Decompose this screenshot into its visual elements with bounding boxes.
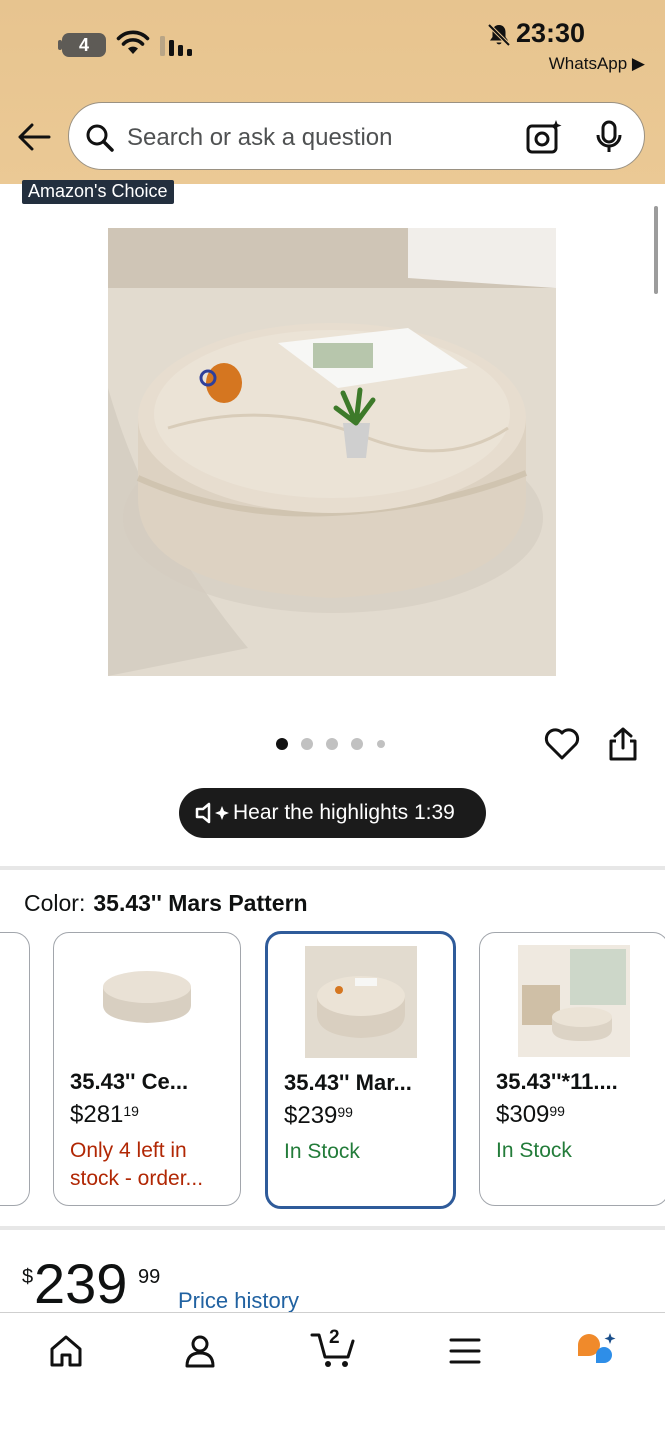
swatch-name: 35.43'' Ce... <box>70 1069 189 1094</box>
swatch-stock: In Stock <box>496 1139 572 1162</box>
swatch-price: $28119 <box>70 1101 139 1129</box>
home-icon[interactable] <box>48 1333 84 1369</box>
carousel-dot[interactable] <box>326 738 338 750</box>
color-swatch-partial[interactable]: - <box>0 932 30 1206</box>
swatch-stock: In Stock <box>284 1140 360 1163</box>
color-swatch[interactable]: 35.43''*11.... $30999 In Stock <box>479 932 665 1206</box>
bell-muted-icon <box>487 23 511 47</box>
amazons-choice-badge: Amazon's Choice <box>22 180 174 204</box>
section-divider <box>0 1226 665 1230</box>
share-icon[interactable] <box>608 726 638 762</box>
swatch-price-fraction: 19 <box>123 1103 139 1119</box>
section-divider <box>0 866 665 870</box>
swatch-price-fraction: 99 <box>549 1103 565 1119</box>
swatch-price-whole: $239 <box>284 1102 338 1129</box>
swatch-price-whole: $309 <box>496 1101 550 1128</box>
bottom-nav: 2 <box>0 1312 665 1440</box>
rufus-assistant-icon[interactable] <box>574 1331 618 1371</box>
wifi-icon <box>116 30 150 54</box>
search-row: Search or ask a question <box>0 102 665 172</box>
back-arrow-icon[interactable] <box>16 120 52 154</box>
status-bar: 4 23:30 WhatsApp ▶ <box>0 0 665 90</box>
menu-icon[interactable] <box>449 1337 481 1365</box>
carousel-dot[interactable] <box>351 738 363 750</box>
swatch-stock: - <box>0 1165 13 1193</box>
signal-icon <box>160 36 192 56</box>
swatch-name: 35.43''*11.... <box>496 1069 618 1094</box>
back-to-app-link[interactable]: WhatsApp ▶ <box>549 54 645 74</box>
carousel-dot[interactable] <box>377 740 385 748</box>
price-history-link[interactable]: Price history <box>178 1288 299 1314</box>
product-page: 4 23:30 WhatsApp ▶ Search or ask a quest… <box>0 0 665 1440</box>
color-label-value: 35.43'' Mars Pattern <box>93 890 308 916</box>
cart-count: 2 <box>329 1327 340 1348</box>
camera-search-icon[interactable] <box>525 118 563 156</box>
swatch-price-fraction: 99 <box>337 1104 353 1120</box>
search-input[interactable]: Search or ask a question <box>68 102 645 170</box>
carousel-dot[interactable] <box>276 738 288 750</box>
color-swatch[interactable]: 35.43'' Ce... $28119 Only 4 left in stoc… <box>53 932 241 1206</box>
cart-button[interactable]: 2 <box>310 1327 356 1369</box>
header: 4 23:30 WhatsApp ▶ Search or ask a quest… <box>0 0 665 184</box>
heart-icon[interactable] <box>544 728 580 760</box>
clock: 23:30 <box>516 18 586 48</box>
swatch-stock: Only 4 left in stock - order... <box>70 1139 204 1190</box>
microphone-icon[interactable] <box>595 120 623 154</box>
swatch-price-whole: $281 <box>70 1101 124 1128</box>
scrollbar[interactable] <box>654 206 658 294</box>
swatch-name: 35.43'' Mar... <box>284 1070 412 1095</box>
battery-indicator: 4 <box>62 33 106 57</box>
swatch-price: $23999 <box>284 1102 353 1130</box>
speaker-sparkle-icon <box>195 802 229 824</box>
hear-highlights-button[interactable]: Hear the highlights 1:39 <box>179 788 486 838</box>
search-icon <box>86 124 114 152</box>
swatch-price: $30999 <box>496 1101 565 1129</box>
product-image[interactable] <box>108 228 556 676</box>
color-swatch-selected[interactable]: 35.43'' Mar... $23999 In Stock <box>265 931 456 1209</box>
price-whole: 239 <box>34 1252 128 1315</box>
search-placeholder: Search or ask a question <box>127 124 393 151</box>
carousel-dot[interactable] <box>301 738 313 750</box>
price-currency: $ <box>22 1266 34 1288</box>
swatch-thumbnail <box>304 946 417 1058</box>
price-fraction: 99 <box>138 1266 161 1288</box>
color-label-key: Color: <box>24 890 86 916</box>
hear-highlights-label: Hear the highlights 1:39 <box>233 801 455 824</box>
swatch-thumbnail <box>91 945 203 1057</box>
swatch-thumbnail <box>518 945 630 1057</box>
color-selector-label: Color: 35.43'' Mars Pattern <box>24 890 308 917</box>
account-icon[interactable] <box>182 1333 218 1369</box>
